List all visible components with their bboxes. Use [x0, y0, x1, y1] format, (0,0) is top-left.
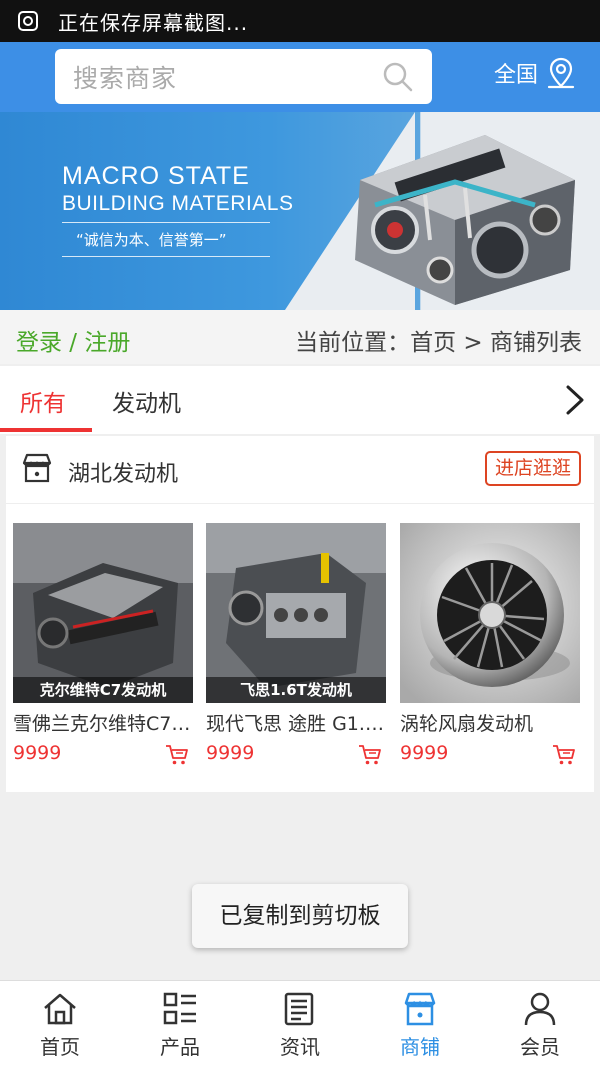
- tab-engine[interactable]: 发动机: [112, 384, 181, 418]
- chevron-right-icon[interactable]: [564, 384, 586, 416]
- search-placeholder: 搜索商家: [73, 63, 178, 93]
- screenshot-icon: [16, 9, 40, 33]
- news-icon: [284, 992, 314, 1026]
- shop-card: 湖北发动机 进店逛逛 克尔维特C7发动机 雪佛兰克尔维特C7发动机 9999: [6, 436, 594, 792]
- search-input[interactable]: 搜索商家: [55, 49, 432, 104]
- tab-all[interactable]: 所有: [20, 384, 66, 418]
- user-icon: [524, 992, 556, 1026]
- status-text: 正在保存屏幕截图...: [58, 10, 249, 35]
- toast-message: 已复制到剪切板: [192, 884, 408, 948]
- banner-title: MACRO STATE: [62, 162, 250, 190]
- product-price-row: 9999: [13, 742, 193, 766]
- product-price: 9999: [206, 742, 255, 764]
- breadcrumb: 当前位置：首页 > 商铺列表: [295, 330, 582, 356]
- nav-products[interactable]: 产品: [120, 981, 240, 1067]
- cart-icon[interactable]: [358, 744, 382, 766]
- product-image[interactable]: 克尔维特C7发动机: [13, 523, 193, 703]
- bottom-nav: 首页 产品 资讯 商铺 会员: [0, 980, 600, 1067]
- product-name[interactable]: 现代飞思 途胜 G1.6T发动机: [206, 709, 386, 736]
- region-label: 全国: [494, 63, 539, 88]
- nav-label: 首页: [40, 1035, 80, 1059]
- store-icon: [404, 992, 436, 1026]
- product-price-row: 9999: [400, 742, 580, 766]
- product-card[interactable]: 克尔维特C7发动机 雪佛兰克尔维特C7发动机 9999: [13, 523, 193, 766]
- engine-illustration: [355, 135, 575, 305]
- product-caption: 飞思1.6T发动机: [206, 677, 386, 703]
- cart-icon[interactable]: [165, 744, 189, 766]
- product-price-row: 9999: [206, 742, 386, 766]
- nav-label: 商铺: [400, 1035, 440, 1059]
- location-icon: [547, 57, 575, 89]
- grid-list-icon: [163, 992, 196, 1025]
- product-image[interactable]: [400, 523, 580, 703]
- visit-shop-button[interactable]: 进店逛逛: [485, 451, 581, 486]
- cart-icon[interactable]: [552, 744, 576, 766]
- status-bar: 正在保存屏幕截图...: [0, 0, 600, 42]
- product-price: 9999: [400, 742, 449, 764]
- header: 搜索商家 全国: [0, 42, 600, 112]
- location-bar: 登录 / 注册 当前位置：首页 > 商铺列表: [0, 310, 600, 364]
- shop-name[interactable]: 湖北发动机: [68, 456, 178, 488]
- banner-rule-bottom: [62, 256, 270, 257]
- banner-subtitle: BUILDING MATERIALS: [62, 192, 294, 215]
- promo-banner[interactable]: MACRO STATE BUILDING MATERIALS “诚信为本、信誉第…: [0, 112, 600, 310]
- shop-header: 湖北发动机 进店逛逛: [6, 436, 594, 504]
- banner-rule-top: [62, 222, 270, 223]
- product-name[interactable]: 雪佛兰克尔维特C7发动机: [13, 709, 193, 736]
- nav-member[interactable]: 会员: [480, 981, 600, 1067]
- region-selector[interactable]: 全国: [494, 56, 576, 90]
- product-price: 9999: [13, 742, 62, 764]
- search-icon[interactable]: [382, 61, 414, 93]
- nav-news[interactable]: 资讯: [240, 981, 360, 1067]
- nav-label: 资讯: [280, 1035, 320, 1059]
- banner-slogan: “诚信为本、信誉第一”: [76, 231, 227, 249]
- product-card[interactable]: 飞思1.6T发动机 现代飞思 途胜 G1.6T发动机 9999: [206, 523, 386, 766]
- product-card[interactable]: 涡轮风扇发动机 9999: [400, 523, 580, 766]
- product-image[interactable]: 飞思1.6T发动机: [206, 523, 386, 703]
- nav-label: 产品: [160, 1035, 200, 1059]
- login-register-link[interactable]: 登录 / 注册: [16, 323, 130, 357]
- store-icon: [22, 453, 52, 483]
- nav-home[interactable]: 首页: [0, 981, 120, 1067]
- nav-label: 会员: [520, 1035, 560, 1059]
- product-caption: 克尔维特C7发动机: [13, 677, 193, 703]
- nav-stores[interactable]: 商铺: [360, 981, 480, 1067]
- product-name[interactable]: 涡轮风扇发动机: [400, 709, 580, 736]
- category-tabs: 所有 发动机: [0, 366, 600, 434]
- active-tab-indicator: [0, 428, 92, 432]
- home-icon: [44, 993, 76, 1025]
